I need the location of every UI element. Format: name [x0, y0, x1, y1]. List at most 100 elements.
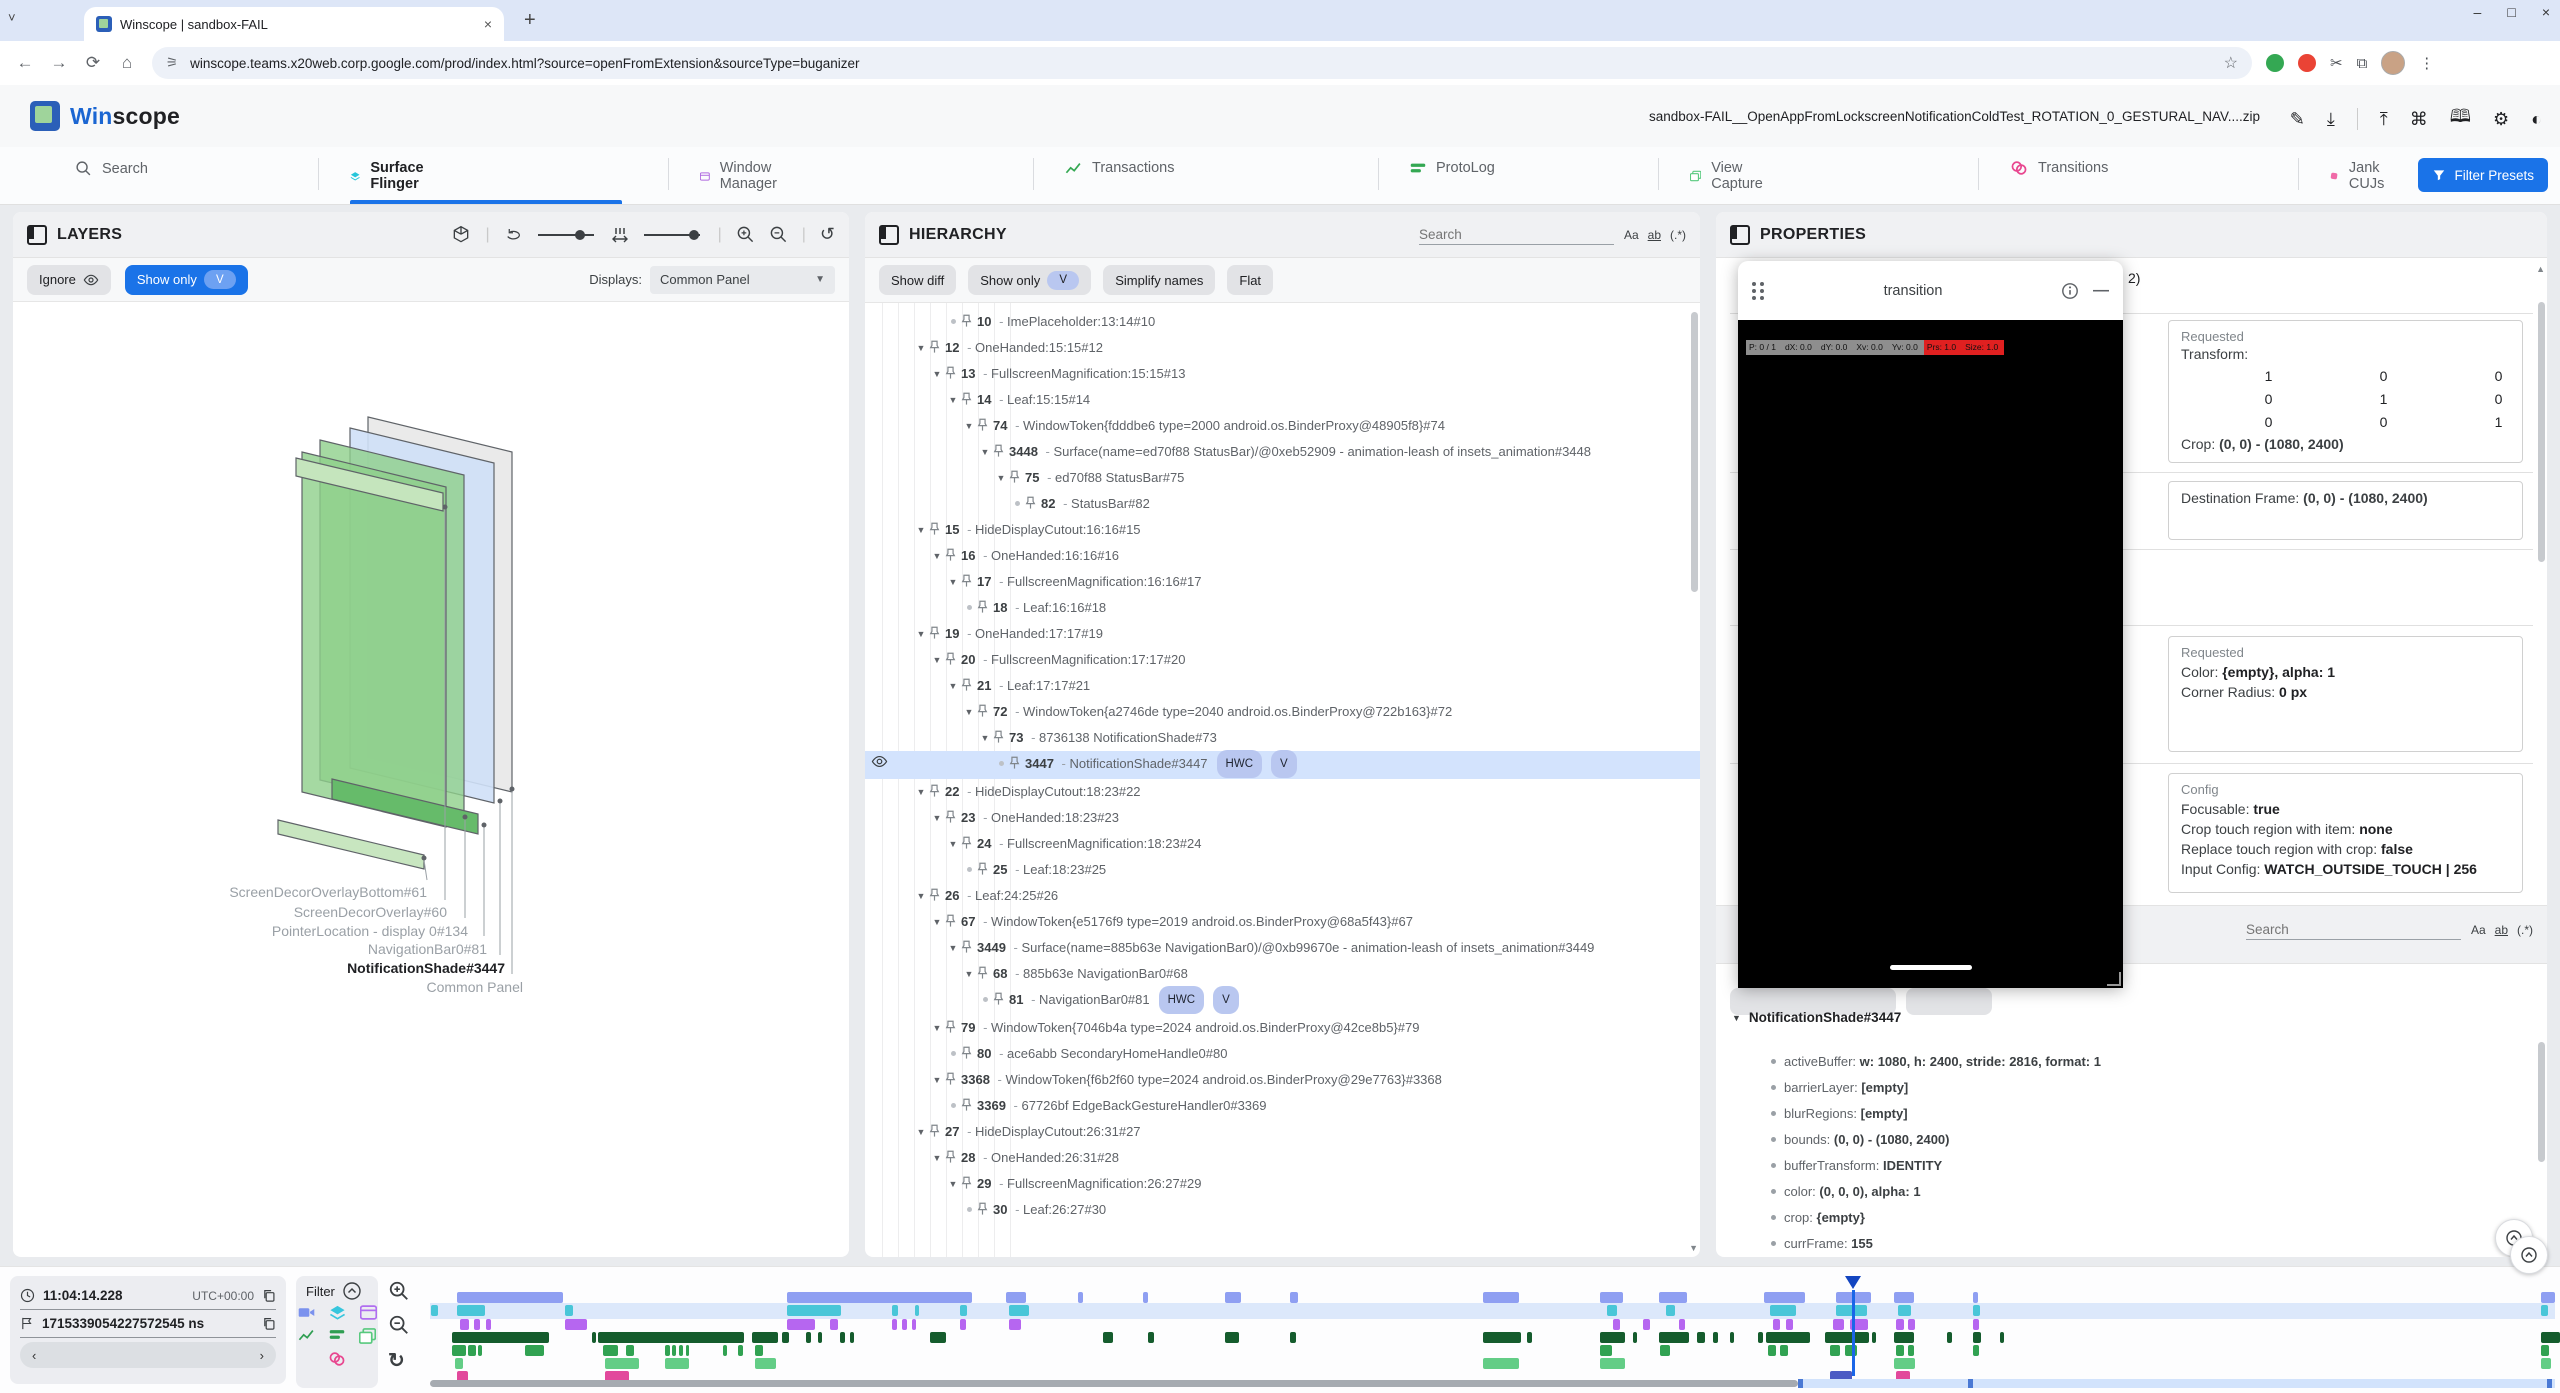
- home-icon[interactable]: ⌂: [110, 53, 144, 73]
- drag-handle-icon[interactable]: [1752, 282, 1765, 300]
- hierarchy-row[interactable]: ▼68 - 885b63e NavigationBar0#68: [865, 961, 1700, 987]
- pin-icon[interactable]: [961, 1093, 977, 1112]
- step-forward-icon[interactable]: ›: [260, 1348, 264, 1363]
- scissors-extension-icon[interactable]: ✂: [2330, 54, 2343, 72]
- eye-icon[interactable]: [871, 755, 888, 768]
- expander-icon[interactable]: ▼: [913, 335, 929, 361]
- expander-icon[interactable]: ▼: [913, 1119, 929, 1145]
- hierarchy-row[interactable]: ▼3368 - WindowToken{f6b2f60 type=2024 an…: [865, 1067, 1700, 1093]
- hierarchy-row[interactable]: ▼28 - OneHanded:26:31#28: [865, 1145, 1700, 1171]
- pin-icon[interactable]: [945, 361, 961, 380]
- pin-icon[interactable]: [993, 725, 1009, 744]
- layers-3d-canvas[interactable]: ScreenDecorOverlayBottom#61 ScreenDecorOv…: [13, 302, 849, 1256]
- pin-icon[interactable]: [929, 779, 945, 798]
- pin-icon[interactable]: [945, 1067, 961, 1086]
- maximize-icon[interactable]: □: [2507, 4, 2515, 20]
- property-item[interactable]: bounds: (0, 0) - (1080, 2400): [1771, 1132, 1950, 1147]
- rotation-slider[interactable]: [536, 226, 598, 244]
- expander-icon[interactable]: ▼: [961, 413, 977, 439]
- info-icon[interactable]: [2061, 282, 2079, 300]
- dark-mode-icon[interactable]: ◐: [2531, 109, 2542, 130]
- expander-icon[interactable]: ▼: [993, 465, 1009, 491]
- browser-menu-icon[interactable]: ⋮: [2419, 54, 2434, 72]
- scrollbar-thumb[interactable]: [1691, 312, 1698, 592]
- expander-icon[interactable]: ▼: [977, 439, 993, 465]
- new-tab-button[interactable]: +: [524, 9, 536, 32]
- resize-handle-icon[interactable]: [2107, 972, 2121, 986]
- expander-icon[interactable]: ▼: [945, 935, 961, 961]
- step-back-icon[interactable]: ‹: [32, 1348, 36, 1363]
- layer-label[interactable]: NavigationBar0#81: [368, 941, 487, 957]
- expander-icon[interactable]: ▼: [913, 779, 929, 805]
- hierarchy-row[interactable]: ▼75 - ed70f88 StatusBar#75: [865, 465, 1700, 491]
- forward-icon[interactable]: →: [42, 53, 76, 73]
- pin-icon[interactable]: [1009, 465, 1025, 484]
- timestamp-field[interactable]: 1715339054227572545 ns: [20, 1310, 276, 1338]
- hierarchy-row[interactable]: ▼16 - OneHanded:16:16#16: [865, 543, 1700, 569]
- hierarchy-row[interactable]: ▼21 - Leaf:17:17#21: [865, 673, 1700, 699]
- property-item[interactable]: blurRegions: [empty]: [1771, 1106, 1908, 1121]
- property-item[interactable]: barrierLayer: [empty]: [1771, 1080, 1908, 1095]
- pin-icon[interactable]: [929, 883, 945, 902]
- reload-icon[interactable]: ⟳: [76, 53, 110, 73]
- pin-icon[interactable]: [929, 1119, 945, 1138]
- download-icon[interactable]: ⤓: [2327, 109, 2335, 130]
- hierarchy-search-input[interactable]: [1419, 225, 1614, 245]
- properties-search-input[interactable]: [2246, 920, 2461, 940]
- match-case-icon[interactable]: Aa: [1624, 228, 1639, 242]
- pin-icon[interactable]: [961, 1041, 977, 1060]
- match-word-icon[interactable]: ab: [2495, 923, 2508, 937]
- hierarchy-row[interactable]: ▼73 - 8736138 NotificationShade#73: [865, 725, 1700, 751]
- layer-label[interactable]: NotificationShade#3447: [347, 960, 505, 976]
- expander-icon[interactable]: ▼: [929, 805, 945, 831]
- hierarchy-row[interactable]: ▼29 - FullscreenMagnification:26:27#29: [865, 1171, 1700, 1197]
- pin-icon[interactable]: [977, 961, 993, 980]
- hierarchy-row[interactable]: ▼24 - FullscreenMagnification:18:23#24: [865, 831, 1700, 857]
- chip-flat[interactable]: Flat: [1227, 265, 1273, 295]
- match-word-icon[interactable]: ab: [1648, 228, 1661, 242]
- hierarchy-row[interactable]: ▼14 - Leaf:15:15#14: [865, 387, 1700, 413]
- hierarchy-row[interactable]: 30 - Leaf:26:27#30: [865, 1197, 1700, 1223]
- property-item[interactable]: color: (0, 0, 0), alpha: 1: [1771, 1184, 1921, 1199]
- overview-tick[interactable]: [1968, 1379, 1973, 1388]
- hierarchy-row[interactable]: ▼26 - Leaf:24:25#26: [865, 883, 1700, 909]
- pin-icon[interactable]: [1025, 491, 1041, 510]
- rotation-icon[interactable]: [504, 226, 522, 244]
- tab-search[interactable]: Search: [75, 160, 148, 177]
- overlay-header[interactable]: transition —: [1738, 261, 2123, 320]
- scrollbar-thumb[interactable]: [2538, 1042, 2545, 1162]
- layer-label[interactable]: ScreenDecorOverlay#60: [294, 904, 448, 920]
- expander-icon[interactable]: ▼: [945, 1171, 961, 1197]
- expander-icon[interactable]: ▼: [929, 1015, 945, 1041]
- zoom-in-icon[interactable]: [736, 225, 755, 244]
- collapse-panel-icon[interactable]: [879, 225, 899, 245]
- zoom-in-icon[interactable]: [388, 1280, 410, 1302]
- property-item[interactable]: bufferTransform: IDENTITY: [1771, 1158, 1942, 1173]
- tab-jank-cujs[interactable]: Jank CUJs: [2330, 160, 2390, 192]
- pin-icon[interactable]: [993, 439, 1009, 458]
- collapse-filter-icon[interactable]: [343, 1282, 361, 1300]
- match-case-icon[interactable]: Aa: [2471, 923, 2486, 937]
- pin-icon[interactable]: [961, 569, 977, 588]
- hierarchy-row[interactable]: ▼20 - FullscreenMagnification:17:17#20: [865, 647, 1700, 673]
- transition-overlay-window[interactable]: transition — P: 0 / 1dX: 0.0dY: 0.0Xv: 0…: [1738, 261, 2123, 988]
- avatar[interactable]: [2381, 51, 2405, 75]
- collapse-timeline-button[interactable]: [2510, 1236, 2548, 1274]
- minimize-icon[interactable]: –: [2474, 4, 2482, 20]
- shortcuts-icon[interactable]: ⌘: [2410, 109, 2428, 130]
- timeline-cursor-marker[interactable]: [1845, 1276, 1861, 1289]
- scroll-down-icon[interactable]: ▼: [1689, 1243, 1698, 1253]
- layer-label[interactable]: PointerLocation - display 0#134: [272, 923, 468, 939]
- tab-view-capture[interactable]: View Capture: [1690, 160, 1769, 192]
- regex-icon[interactable]: (.*): [1670, 228, 1686, 242]
- layer-label[interactable]: ScreenDecorOverlayBottom#61: [229, 884, 427, 900]
- hierarchy-row[interactable]: 82 - StatusBar#82: [865, 491, 1700, 517]
- expander-icon[interactable]: ▼: [945, 831, 961, 857]
- expander-icon[interactable]: ▼: [913, 621, 929, 647]
- expander-icon[interactable]: ▼: [945, 569, 961, 595]
- collapse-panel-icon[interactable]: [27, 225, 47, 245]
- documentation-icon[interactable]: 🕮: [2450, 104, 2471, 134]
- expander-icon[interactable]: ▼: [961, 699, 977, 725]
- timeline-canvas[interactable]: [430, 1276, 2555, 1376]
- extension-red-icon[interactable]: [2298, 54, 2316, 72]
